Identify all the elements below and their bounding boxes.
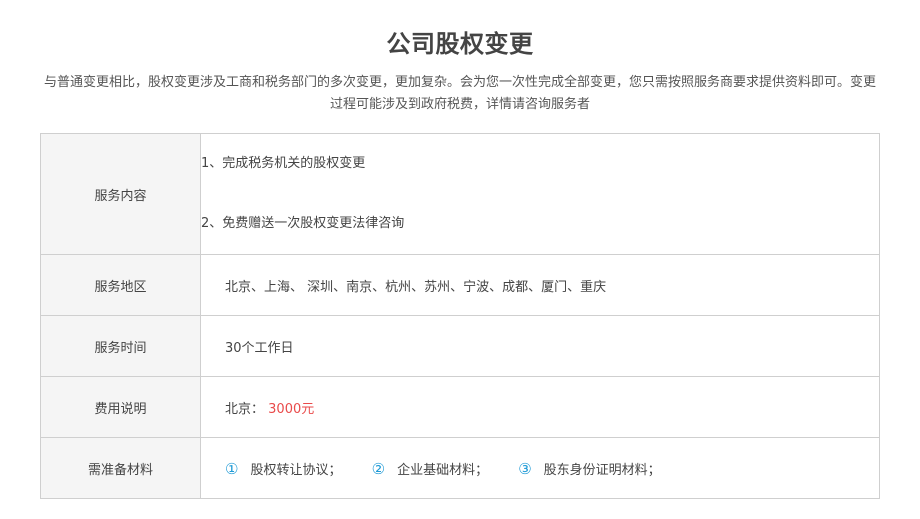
intro-text: 与普通变更相比，股权变更涉及工商和税务部门的多次变更，更加复杂。会为您一次性完成… — [43, 75, 876, 112]
fee-price: 3000元 — [268, 401, 315, 417]
label-service-area: 服务地区 — [40, 254, 201, 316]
value-materials: ① 股权转让协议； ② 企业基础材料； ③ 股东身份证明材料； — [200, 437, 880, 499]
material-item: 股东身份证明材料； — [543, 462, 661, 478]
value-service-time: 30个工作日 — [200, 315, 880, 377]
material-item: 企业基础材料； — [397, 462, 489, 478]
label-fee: 费用说明 — [40, 376, 201, 438]
table-row-content: 服务内容 1、完成税务机关的股权变更 2、免费赠送一次股权变更法律咨询 — [40, 133, 880, 255]
circled-number-3-icon: ③ — [518, 459, 532, 478]
service-content-item: 2、免费赠送一次股权变更法律咨询 — [201, 216, 405, 231]
value-service-content: 1、完成税务机关的股权变更 2、免费赠送一次股权变更法律咨询 — [200, 133, 880, 255]
label-service-content: 服务内容 — [40, 133, 201, 255]
label-service-time: 服务时间 — [40, 315, 201, 377]
table-row-time: 服务时间 30个工作日 — [40, 315, 880, 377]
circled-number-2-icon: ② — [371, 459, 386, 478]
material-item: 股权转让协议； — [250, 462, 342, 478]
service-content-item: 1、完成税务机关的股权变更 — [201, 156, 366, 171]
fee-city: 北京： — [225, 401, 265, 417]
circled-number-1-icon: ① — [225, 459, 239, 478]
table-row-materials: 需准备材料 ① 股权转让协议； ② 企业基础材料； ③ 股东身份证明材料； — [40, 437, 880, 499]
value-service-area: 北京、上海、 深圳、南京、杭州、苏州、宁波、成都、厦门、重庆 — [200, 254, 880, 316]
table-row-fee: 费用说明 北京： 3000元 — [40, 376, 880, 438]
label-materials: 需准备材料 — [40, 437, 201, 499]
table-row-area: 服务地区 北京、上海、 深圳、南京、杭州、苏州、宁波、成都、厦门、重庆 — [40, 254, 880, 316]
value-fee: 北京： 3000元 — [200, 376, 880, 438]
service-info-table: 服务内容 1、完成税务机关的股权变更 2、免费赠送一次股权变更法律咨询 服务地区… — [40, 133, 880, 499]
page-title: 公司股权变更 — [386, 30, 534, 58]
